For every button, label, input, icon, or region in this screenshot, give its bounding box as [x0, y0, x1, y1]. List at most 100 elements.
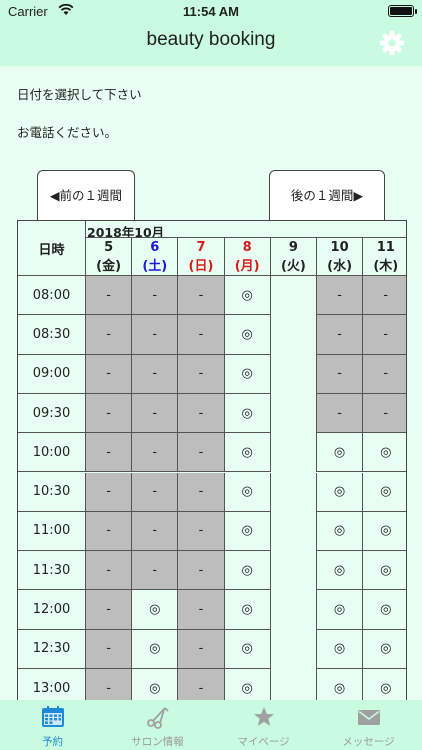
- tab-my-page[interactable]: マイページ: [211, 700, 316, 750]
- slot-available[interactable]: ◎: [363, 472, 406, 512]
- slot-no-service: [270, 551, 317, 591]
- slot-unavailable: -: [86, 669, 133, 700]
- day-date: 9: [288, 239, 298, 255]
- day-date: 7: [196, 239, 206, 255]
- slot-unavailable: -: [363, 315, 406, 355]
- gear-icon[interactable]: [378, 29, 406, 57]
- slot-available[interactable]: ◎: [317, 551, 364, 591]
- day-header-7[interactable]: 7 (日): [178, 237, 225, 276]
- slot-unavailable: -: [132, 354, 179, 394]
- slot-unavailable: -: [86, 276, 133, 316]
- slot-unavailable: -: [178, 393, 225, 434]
- slot-available[interactable]: ◎: [224, 511, 271, 552]
- slot-unavailable: -: [178, 551, 225, 591]
- day-weekday: (木): [373, 258, 399, 274]
- day-header-9[interactable]: 9 (火): [270, 237, 317, 276]
- slot-available[interactable]: ◎: [363, 511, 406, 552]
- slot-no-service: [270, 590, 317, 630]
- slot-unavailable: -: [178, 276, 225, 316]
- tab-booking[interactable]: 予約: [0, 700, 105, 750]
- slot-unavailable: -: [178, 472, 225, 512]
- slot-unavailable: -: [86, 629, 133, 669]
- slot-available[interactable]: ◎: [317, 669, 364, 700]
- slot-unavailable: -: [132, 315, 179, 355]
- slot-available[interactable]: ◎: [224, 472, 271, 512]
- slot-available[interactable]: ◎: [224, 315, 271, 355]
- time-slot-label: 08:00: [18, 276, 86, 316]
- slot-available[interactable]: ◎: [317, 472, 364, 512]
- slot-available[interactable]: ◎: [224, 669, 271, 700]
- slot-unavailable: -: [363, 354, 406, 394]
- slot-available[interactable]: ◎: [363, 590, 406, 630]
- next-week-button[interactable]: 後の１週間▶: [269, 170, 385, 220]
- tab-my-page-label: マイページ: [237, 736, 290, 748]
- time-slot-label: 12:30: [18, 629, 86, 669]
- day-header-8[interactable]: 8 (月): [224, 237, 271, 276]
- availability-table: 日時 2018年10月 5 (金) 6 (土) 7 (日) 8 (月) 9 (火) 10 (水) 11 (木)…: [17, 220, 407, 700]
- slot-available[interactable]: ◎: [224, 433, 271, 473]
- day-date: 5: [104, 239, 114, 255]
- slot-available[interactable]: ◎: [224, 629, 271, 669]
- prev-week-button[interactable]: ◀前の１週間: [37, 170, 135, 220]
- slot-available[interactable]: ◎: [224, 276, 271, 316]
- slot-unavailable: -: [317, 276, 364, 316]
- slot-unavailable: -: [178, 433, 225, 473]
- tab-bar: 予約 サロン情報 マイページ メッセージ: [0, 700, 422, 750]
- slot-unavailable: -: [178, 590, 225, 630]
- day-date: 11: [376, 239, 395, 255]
- triangle-right-icon: ▶: [353, 188, 364, 203]
- slot-available[interactable]: ◎: [132, 669, 179, 700]
- app-title: beauty booking: [146, 29, 276, 50]
- slot-available[interactable]: ◎: [317, 511, 364, 552]
- slot-available[interactable]: ◎: [224, 551, 271, 591]
- slot-available[interactable]: ◎: [224, 590, 271, 630]
- time-slot-label: 08:30: [18, 315, 86, 355]
- battery-icon: [388, 5, 417, 17]
- slot-unavailable: -: [86, 315, 133, 355]
- slot-no-service: [270, 511, 317, 552]
- time-column-header-label: 日時: [38, 242, 65, 258]
- scissors-icon: [146, 707, 169, 729]
- slot-unavailable: -: [86, 354, 133, 394]
- time-slot-label: 11:00: [18, 511, 86, 552]
- day-weekday: (土): [142, 258, 168, 274]
- slot-no-service: [270, 433, 317, 473]
- slot-available[interactable]: ◎: [363, 433, 406, 473]
- tab-messages[interactable]: メッセージ: [316, 700, 421, 750]
- slot-available[interactable]: ◎: [317, 590, 364, 630]
- slot-available[interactable]: ◎: [132, 590, 179, 630]
- slot-unavailable: -: [317, 393, 364, 434]
- slot-unavailable: -: [86, 433, 133, 473]
- time-slot-label: 09:00: [18, 354, 86, 394]
- slot-available[interactable]: ◎: [132, 629, 179, 669]
- day-weekday: (火): [280, 258, 306, 274]
- slot-unavailable: -: [132, 433, 179, 473]
- slot-available[interactable]: ◎: [363, 551, 406, 591]
- time-slot-label: 12:00: [18, 590, 86, 630]
- slot-available[interactable]: ◎: [317, 629, 364, 669]
- day-header-5[interactable]: 5 (金): [86, 237, 133, 276]
- day-weekday: (金): [96, 258, 122, 274]
- time-slot-label: 13:00: [18, 669, 86, 700]
- slot-unavailable: -: [132, 393, 179, 434]
- slot-unavailable: -: [317, 315, 364, 355]
- day-header-6[interactable]: 6 (土): [132, 237, 179, 276]
- slot-unavailable: -: [132, 511, 179, 552]
- tab-salon-info[interactable]: サロン情報: [105, 700, 210, 750]
- slot-available[interactable]: ◎: [363, 629, 406, 669]
- slot-no-service: [270, 472, 317, 512]
- day-date: 10: [330, 239, 349, 255]
- slot-available[interactable]: ◎: [363, 669, 406, 700]
- slot-unavailable: -: [86, 511, 133, 552]
- day-header-10[interactable]: 10 (水): [317, 237, 364, 276]
- slot-available[interactable]: ◎: [224, 354, 271, 394]
- time-slot-label: 09:30: [18, 393, 86, 434]
- nav-bar: beauty booking: [0, 22, 422, 66]
- tab-booking-label: 予約: [42, 736, 63, 748]
- day-date: 8: [242, 239, 252, 255]
- call-prompt: お電話ください。: [17, 125, 118, 140]
- slot-available[interactable]: ◎: [317, 433, 364, 473]
- calendar-icon: [41, 706, 64, 727]
- day-header-11[interactable]: 11 (木): [363, 237, 406, 276]
- slot-available[interactable]: ◎: [224, 393, 271, 434]
